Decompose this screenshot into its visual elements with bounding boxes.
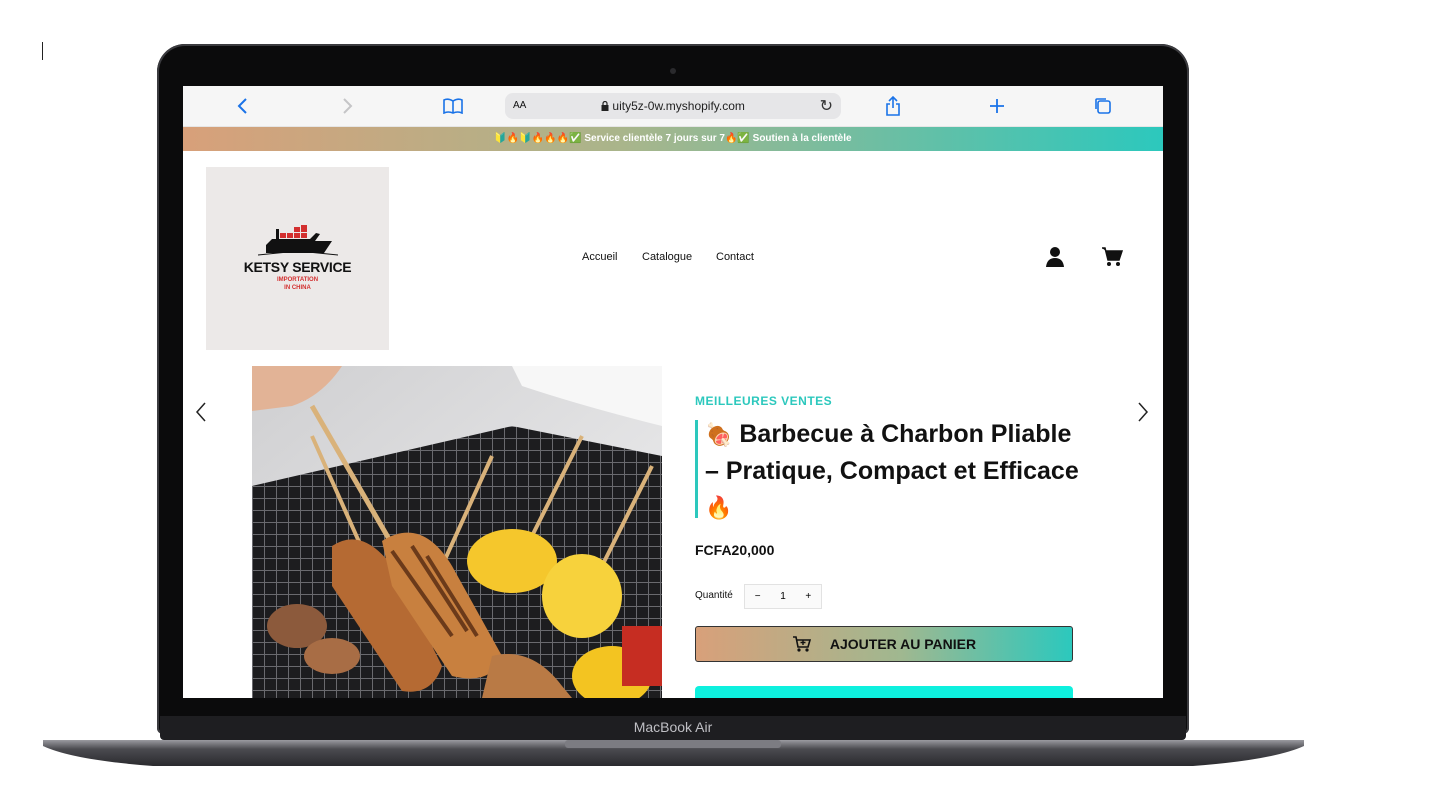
quantity-stepper: − 1 + <box>744 584 822 609</box>
cargo-ship-icon <box>258 225 338 256</box>
back-arrow-icon[interactable] <box>231 94 255 118</box>
carousel-next-icon[interactable] <box>1137 401 1157 423</box>
product-price: FCFA20,000 <box>695 542 775 558</box>
text-cursor <box>42 42 43 60</box>
logo-brand-name: KETSY SERVICE <box>243 259 352 275</box>
product-vendor: MEILLEURES VENTES <box>695 394 833 408</box>
add-to-cart-label: AJOUTER AU PANIER <box>829 636 977 652</box>
meat-emoji: 🍖 <box>705 422 733 447</box>
grilled-skewers-photo <box>252 366 662 698</box>
logo-subtitle-line2: IN CHINA <box>284 285 311 291</box>
device-label: MacBook Air <box>633 719 713 735</box>
browser-screen: AA uity5z-0w.myshopify.com ↻ 🔰🔥🔰🔥🔥🔥✅ Ser… <box>183 86 1163 698</box>
quantity-plus-button[interactable]: + <box>796 591 821 602</box>
tabs-overview-icon[interactable] <box>1091 94 1115 118</box>
logo-subtitle-line1: IMPORTATION <box>276 277 319 283</box>
url-text: uity5z-0w.myshopify.com <box>505 99 841 113</box>
new-tab-plus-icon[interactable] <box>985 94 1009 118</box>
quantity-label: Quantité <box>695 590 733 601</box>
forward-arrow-icon[interactable] <box>335 94 359 118</box>
camera <box>670 68 676 74</box>
product-image[interactable] <box>252 366 662 698</box>
browser-toolbar: AA uity5z-0w.myshopify.com ↻ <box>183 86 1163 127</box>
fire-emoji: 🔥 <box>705 495 733 520</box>
quantity-input[interactable]: 1 <box>770 591 795 602</box>
add-to-cart-button[interactable]: AJOUTER AU PANIER <box>695 626 1073 662</box>
store-logo[interactable]: KETSY SERVICE IMPORTATION IN CHINA <box>206 167 389 350</box>
share-icon[interactable] <box>881 94 905 118</box>
title-accent-bar <box>695 420 698 518</box>
cart-icon[interactable] <box>1101 246 1125 270</box>
product-title: 🍖 Barbecue à Charbon Pliable – Pratique,… <box>705 416 1085 526</box>
carousel-prev-icon[interactable] <box>195 401 215 423</box>
nav-link-accueil[interactable]: Accueil <box>582 251 617 263</box>
nav-link-contact[interactable]: Contact <box>716 251 754 263</box>
nav-link-catalogue[interactable]: Catalogue <box>642 251 692 263</box>
announcement-bar: 🔰🔥🔰🔥🔥🔥✅ Service clientèle 7 jours sur 7🔥… <box>183 127 1163 151</box>
product-title-text: Barbecue à Charbon Pliable – Pratique, C… <box>705 420 1079 485</box>
reload-icon[interactable]: ↻ <box>820 96 833 116</box>
account-icon[interactable] <box>1045 246 1069 270</box>
buy-now-button[interactable] <box>695 686 1073 698</box>
address-bar[interactable]: AA uity5z-0w.myshopify.com ↻ <box>505 93 841 119</box>
quantity-minus-button[interactable]: − <box>745 591 770 602</box>
url-value: uity5z-0w.myshopify.com <box>612 99 745 113</box>
bookmarks-icon[interactable] <box>441 94 465 118</box>
lock-icon <box>601 100 609 111</box>
laptop-base <box>43 740 1304 770</box>
cart-add-icon <box>792 636 811 652</box>
laptop-chin: MacBook Air <box>160 716 1186 740</box>
